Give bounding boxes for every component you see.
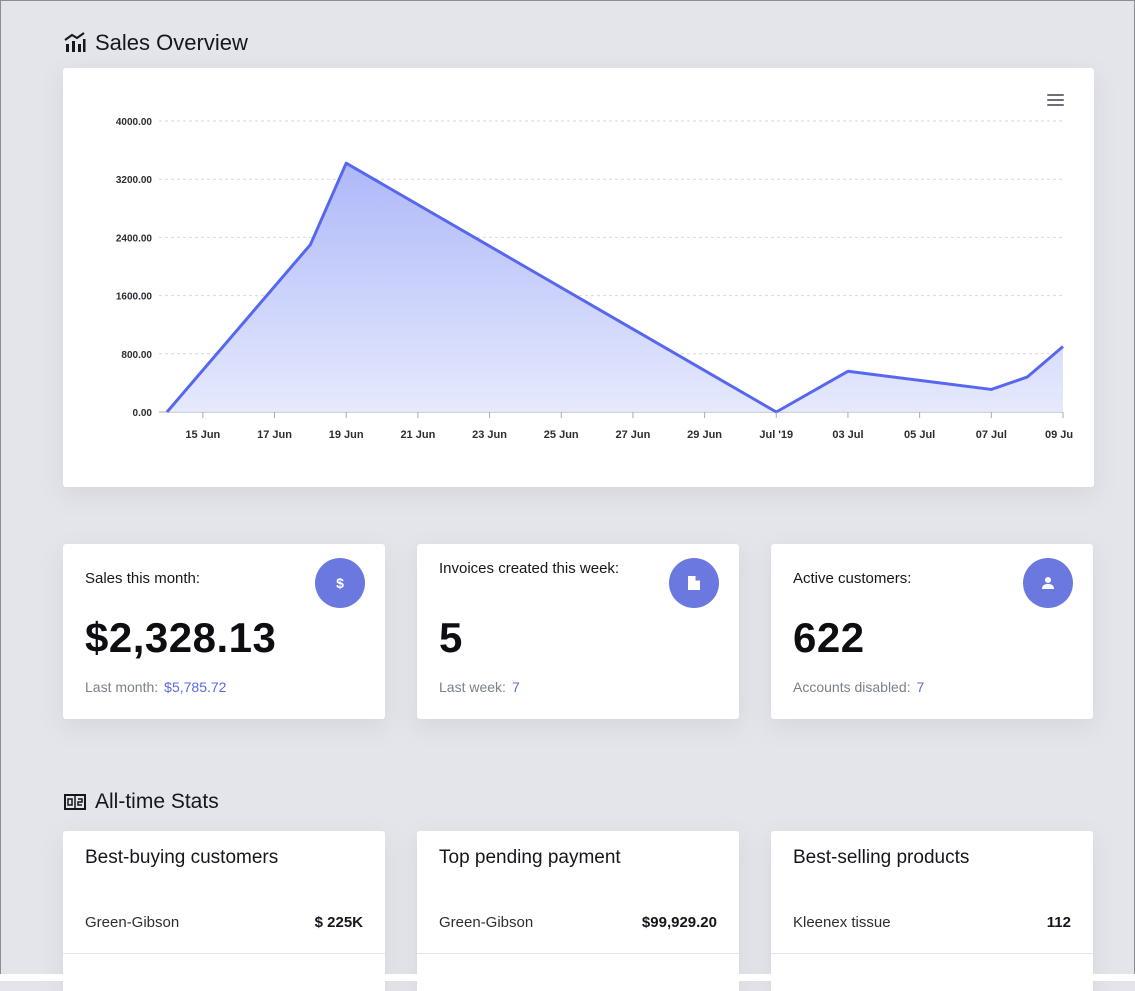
y-tick-label: 800.00 (121, 350, 152, 361)
section-title-text: Sales Overview (95, 30, 248, 55)
stat-sub-value[interactable]: 7 (512, 679, 520, 695)
y-tick-label: 0.00 (133, 408, 153, 419)
card-title: Best-buying customers (85, 847, 279, 868)
chart-bars-icon (63, 31, 87, 55)
list-item-value: $99,929.20 (641, 914, 717, 931)
card-title: Best-selling products (793, 847, 970, 868)
stat-sub-label: Last week: (439, 679, 506, 695)
list-item-name: Green-Gibson (85, 914, 180, 931)
x-tick-label: 07 Jul (976, 429, 1007, 441)
stat-sub-label: Last month: (85, 679, 159, 695)
x-tick-label: 25 Jun (544, 429, 579, 441)
list-item-value: $ 225K (314, 914, 363, 931)
list-item[interactable]: Green-Gibson $99,929.20 (417, 891, 739, 953)
y-tick-label: 2400.00 (116, 233, 153, 244)
list-item[interactable]: Kleenex tissue 112 (771, 891, 1093, 953)
top-pending-payment-card: Top pending payment Green-Gibson $99,929… (417, 831, 739, 991)
stat-sub-value[interactable]: 7 (917, 679, 925, 695)
x-tick-label: 09 Ju (1045, 429, 1073, 441)
all-time-stats-heading: All-time Stats (63, 790, 219, 814)
row-divider (771, 953, 1093, 954)
stat-card-sales: Sales this month: $ $2,328.13 Last month… (63, 544, 385, 719)
stat-sub: Accounts disabled: 7 (793, 679, 924, 695)
x-tick-label: 19 Jun (329, 429, 364, 441)
y-tick-label: 3200.00 (116, 175, 153, 186)
x-tick-label: 23 Jun (472, 429, 507, 441)
section-title-text: All-time Stats (95, 790, 219, 813)
sales-area-chart: 0.00 800.00 1600.00 2400.00 3200.00 4000.00 15… (116, 117, 1073, 441)
stat-card-customers: Active customers: 622 Accounts disabled:… (771, 544, 1093, 719)
x-tick-label: 21 Jun (400, 429, 435, 441)
row-divider (417, 953, 739, 954)
x-tick-label: Jul '19 (759, 429, 793, 441)
x-tick-label: 29 Jun (687, 429, 722, 441)
list-item-name: Green-Gibson (439, 914, 534, 931)
list-item-name: Kleenex tissue (793, 914, 891, 931)
stat-card-invoices: Invoices created this week: 5 Last week:… (417, 544, 739, 719)
stat-sub: Last month: $5,785.72 (85, 679, 226, 695)
stat-label: Invoices created this week: (439, 560, 620, 577)
list-item-value: 112 (1046, 914, 1071, 931)
chart-menu-icon[interactable] (1047, 94, 1064, 108)
best-buying-customers-card: Best-buying customers Green-Gibson $ 225… (63, 831, 385, 991)
x-tick-label: 03 Jul (832, 429, 863, 441)
stat-value: 5 (439, 614, 463, 661)
window-border-top (0, 0, 1135, 1)
row-divider (63, 953, 385, 954)
y-tick-label: 4000.00 (116, 117, 153, 128)
stat-label: Active customers: (793, 570, 912, 587)
x-tick-label: 27 Jun (615, 429, 650, 441)
stat-sub-value[interactable]: $5,785.72 (164, 679, 226, 695)
stat-value: $2,328.13 (85, 614, 277, 661)
x-tick-label: 05 Jul (904, 429, 935, 441)
y-tick-label: 1600.00 (116, 292, 153, 303)
list-item[interactable]: Green-Gibson $ 225K (63, 891, 385, 953)
stat-value: 622 (793, 614, 865, 661)
stat-label: Sales this month: (85, 570, 201, 587)
sales-chart-card: 0.00 800.00 1600.00 2400.00 3200.00 4000.00 15… (63, 68, 1094, 487)
x-tick-label: 15 Jun (185, 429, 220, 441)
scoreboard-icon (63, 790, 87, 814)
series-area (167, 163, 1063, 412)
stat-sub: Last week: 7 (439, 679, 520, 695)
stat-sub-label: Accounts disabled: (793, 679, 911, 695)
best-selling-products-card: Best-selling products Kleenex tissue 112 (771, 831, 1093, 991)
card-title: Top pending payment (439, 847, 621, 868)
dollar-icon: $ (315, 558, 365, 608)
document-icon (669, 558, 719, 608)
x-tick-label: 17 Jun (257, 429, 292, 441)
sales-overview-heading: Sales Overview (63, 30, 248, 56)
window-border-left (0, 0, 1, 981)
user-icon (1023, 558, 1073, 608)
window-bottom-edge (0, 974, 1135, 981)
